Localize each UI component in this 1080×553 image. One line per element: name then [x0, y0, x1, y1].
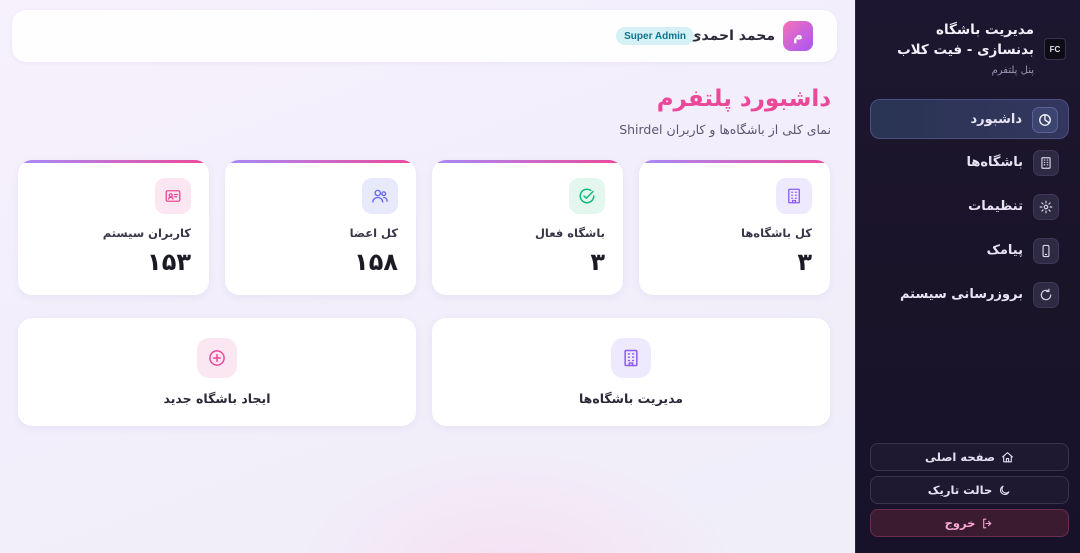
stat-value: ۱۵۳ — [147, 248, 191, 276]
stat-label: باشگاه فعال — [534, 226, 605, 240]
stat-label: کل باشگاه‌ها — [741, 226, 812, 240]
refresh-icon — [1033, 282, 1059, 308]
home-button[interactable]: صفحه اصلی — [870, 443, 1069, 471]
dark-mode-label: حالت تاریک — [927, 483, 993, 497]
sidebar-item-sms[interactable]: پیامک — [870, 231, 1069, 271]
brand-subtitle: پنل پلتفرم — [991, 65, 1034, 76]
sidebar-item-clubs[interactable]: باشگاه‌ها — [870, 143, 1069, 183]
sidebar-item-system-update[interactable]: بروزرسانی سیستم — [870, 275, 1069, 315]
user-name: محمد احمدی — [688, 28, 775, 44]
home-icon — [1001, 451, 1014, 464]
id-card-icon — [155, 178, 191, 214]
role-badge: Super Admin — [616, 27, 694, 45]
dashboard-icon — [1032, 107, 1058, 133]
stat-card-total-members: کل اعضا ۱۵۸ — [225, 160, 416, 295]
building-icon — [1033, 150, 1059, 176]
sidebar-item-settings[interactable]: تنظیمات — [870, 187, 1069, 227]
stat-card-total-clubs: کل باشگاه‌ها ۳ — [639, 160, 830, 295]
sidebar-item-label: باشگاه‌ها — [966, 155, 1023, 170]
page-subtitle: نمای کلی از باشگاه‌ها و کاربران Shirdel — [619, 122, 831, 137]
top-bar: م محمد احمدی Super Admin — [12, 10, 837, 62]
gear-icon — [1033, 194, 1059, 220]
sidebar-item-label: بروزرسانی سیستم — [899, 287, 1023, 302]
dark-mode-button[interactable]: حالت تاریک — [870, 476, 1069, 504]
create-club-card[interactable]: ایجاد باشگاه جدید — [18, 318, 416, 426]
action-label: مدیریت باشگاه‌ها — [578, 391, 684, 406]
moon-icon — [998, 484, 1011, 497]
check-circle-icon — [569, 178, 605, 214]
sidebar: FC مدیریت باشگاه بدنسازی - فیت کلاب پنل … — [855, 0, 1080, 553]
stat-card-system-users: کاربران سیستم ۱۵۳ — [18, 160, 209, 295]
sidebar-item-label: داشبورد — [970, 112, 1022, 127]
main-content: م محمد احمدی Super Admin داشبورد پلتفرم … — [0, 0, 855, 553]
page-title: داشبورد پلتفرم — [656, 86, 831, 112]
sidebar-item-label: پیامک — [986, 243, 1023, 258]
users-icon — [362, 178, 398, 214]
action-label: ایجاد باشگاه جدید — [163, 391, 271, 406]
logout-label: خروج — [944, 516, 976, 530]
stat-value: ۱۵۸ — [354, 248, 398, 276]
sidebar-item-label: تنظیمات — [968, 199, 1023, 214]
stat-value: ۳ — [590, 248, 605, 276]
home-label: صفحه اصلی — [924, 450, 996, 464]
building-icon — [611, 338, 651, 378]
logout-button[interactable]: خروج — [870, 509, 1069, 537]
phone-icon — [1033, 238, 1059, 264]
stat-card-active-clubs: باشگاه فعال ۳ — [432, 160, 623, 295]
plus-circle-icon — [197, 338, 237, 378]
avatar[interactable]: م — [783, 21, 813, 51]
stat-value: ۳ — [797, 248, 812, 276]
manage-clubs-card[interactable]: مدیریت باشگاه‌ها — [432, 318, 830, 426]
brand-logo: FC — [1044, 38, 1066, 60]
sidebar-item-dashboard[interactable]: داشبورد — [870, 99, 1069, 139]
building-icon — [776, 178, 812, 214]
brand-title: مدیریت باشگاه بدنسازی - فیت کلاب — [897, 22, 1034, 58]
stat-label: کل اعضا — [349, 226, 398, 240]
logout-icon — [981, 517, 994, 530]
stat-label: کاربران سیستم — [102, 226, 191, 240]
